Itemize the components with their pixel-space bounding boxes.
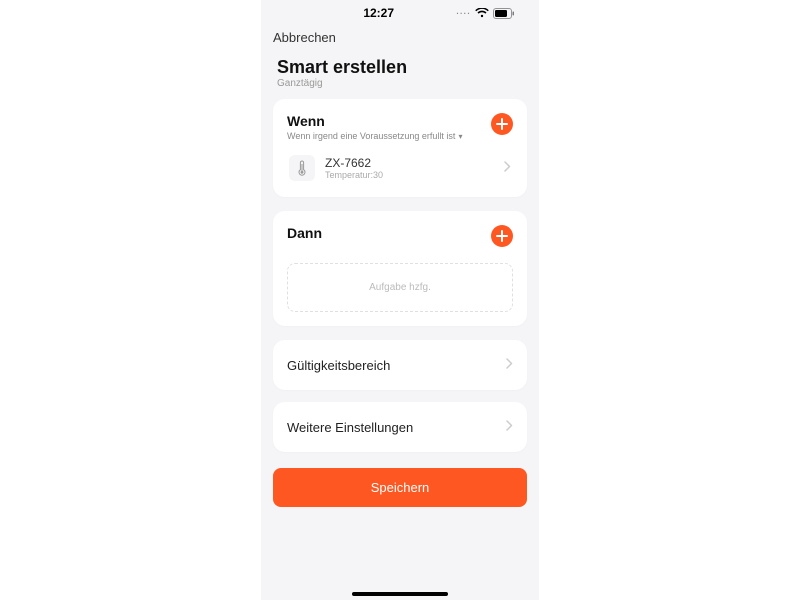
action-card: Dann Aufgabe hzfg. [273,211,527,326]
chevron-down-icon: ▾ [458,132,462,141]
status-icons: ···· [456,8,515,19]
content-scroll[interactable]: Smart erstellen Ganztägig Wenn Wenn irge… [261,51,539,588]
cellular-dots-icon: ···· [456,9,471,18]
wifi-icon [475,8,489,18]
page-title: Smart erstellen [273,51,527,78]
home-indicator[interactable] [352,592,448,596]
more-settings-label: Weitere Einstellungen [287,420,413,435]
condition-header-text: Wenn Wenn irgend eine Voraussetzung erfu… [287,113,462,141]
add-task-placeholder[interactable]: Aufgabe hzfg. [287,263,513,312]
nav-bar: Abbrechen [261,26,539,51]
chevron-right-icon [504,159,511,177]
add-task-label: Aufgabe hzfg. [369,282,431,293]
condition-device-text: ZX-7662 Temperatur:30 [325,156,494,180]
save-button[interactable]: Speichern [273,468,527,507]
condition-device-row[interactable]: ZX-7662 Temperatur:30 [287,141,513,183]
phone-frame: 12:27 ···· Abbrechen Smart erstellen Gan… [261,0,539,600]
chevron-right-icon [506,356,513,374]
action-title: Dann [287,225,322,241]
action-card-header: Dann [287,225,513,247]
condition-mode-selector[interactable]: Wenn irgend eine Voraussetzung erfullt i… [287,131,462,141]
validity-label: Gültigkeitsbereich [287,358,390,373]
battery-icon [493,8,515,19]
chevron-right-icon [506,418,513,436]
condition-subtitle: Wenn irgend eine Voraussetzung erfullt i… [287,131,455,141]
condition-device-name: ZX-7662 [325,156,494,170]
page-subtitle: Ganztägig [273,78,527,99]
add-action-button[interactable] [491,225,513,247]
status-time: 12:27 [261,6,456,20]
thermometer-icon [289,155,315,181]
plus-icon [496,230,508,242]
plus-icon [496,118,508,130]
validity-row[interactable]: Gültigkeitsbereich [273,340,527,390]
more-settings-row[interactable]: Weitere Einstellungen [273,402,527,452]
add-condition-button[interactable] [491,113,513,135]
condition-title: Wenn [287,113,462,129]
cancel-button[interactable]: Abbrechen [273,30,336,45]
condition-card-header: Wenn Wenn irgend eine Voraussetzung erfu… [287,113,513,141]
status-bar: 12:27 ···· [261,0,539,26]
condition-card: Wenn Wenn irgend eine Voraussetzung erfu… [273,99,527,197]
condition-device-detail: Temperatur:30 [325,170,494,180]
